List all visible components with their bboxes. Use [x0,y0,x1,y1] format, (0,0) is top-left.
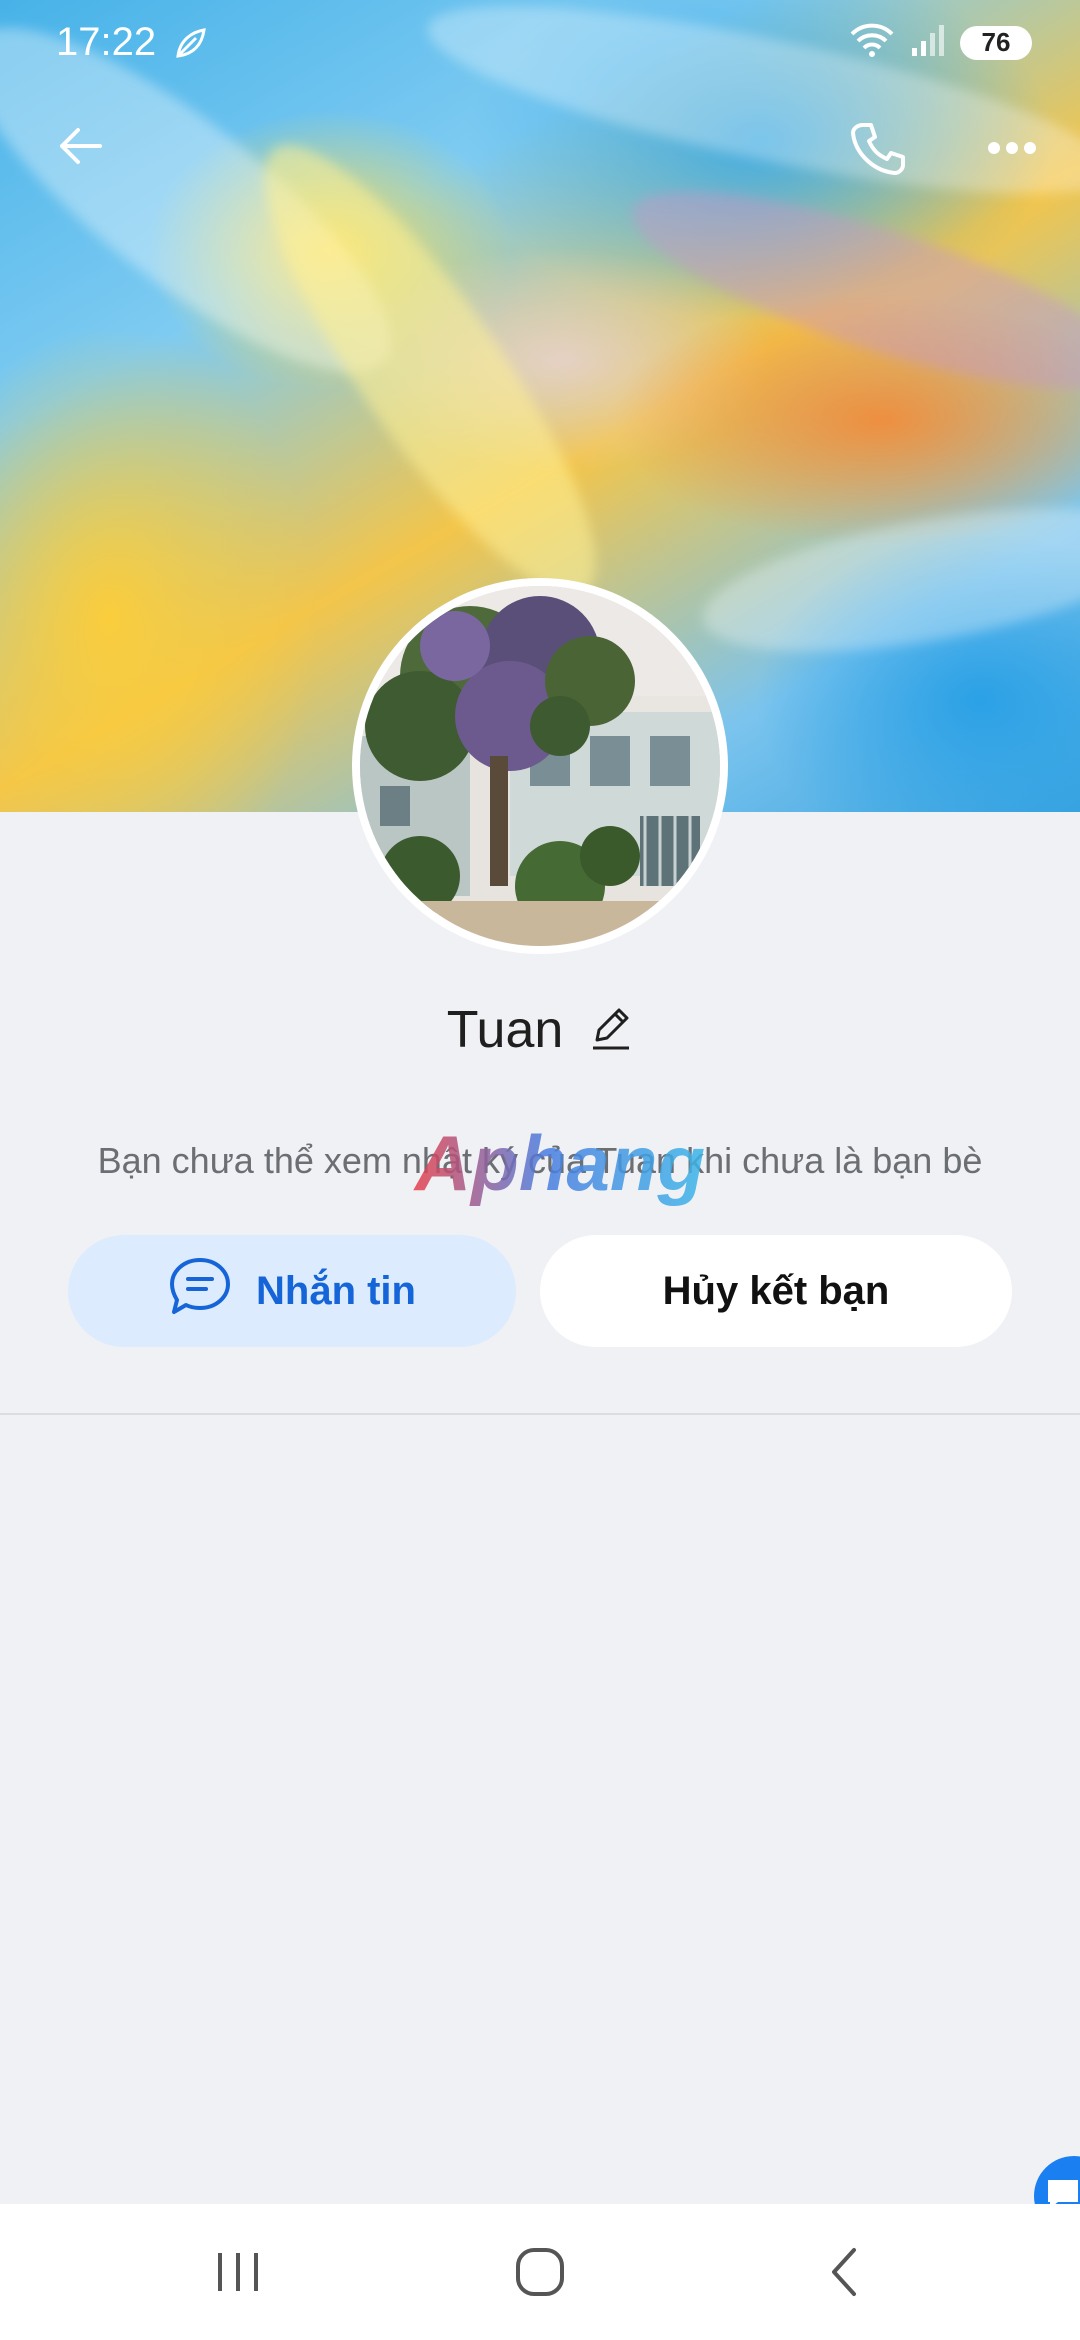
svg-text:Aphang: Aphang [413,1120,705,1207]
nav-back-icon[interactable] [794,2242,894,2302]
unfriend-button[interactable]: Hủy kết bạn [540,1235,1012,1347]
chat-bubble-icon [168,1256,232,1326]
more-dots-icon[interactable] [972,110,1052,186]
pencil-icon[interactable] [589,1004,633,1057]
message-button[interactable]: Nhắn tin [68,1235,516,1347]
message-button-label: Nhắn tin [256,1268,416,1313]
unfriend-button-label: Hủy kết bạn [662,1268,890,1313]
battery-indicator: 76 [960,25,1032,60]
profile-name-row: Tuan [0,1000,1080,1060]
home-icon[interactable] [490,2242,590,2302]
profile-name: Tuan [446,1001,564,1059]
recents-icon[interactable] [188,2242,288,2302]
avatar-photo [360,586,720,946]
watermark-logo: Aphang [413,1120,705,1207]
arrow-left-icon[interactable] [44,110,116,182]
profile-header-actions [0,110,1080,190]
status-time: 17:22 [56,20,157,64]
status-bar: 17:22 76 [0,0,1080,84]
leaf-icon [172,26,208,67]
signal-icon [910,22,946,63]
section-divider [0,1413,1080,1415]
phone-icon[interactable] [840,110,916,186]
avatar[interactable] [352,578,728,954]
wifi-icon [848,22,896,63]
system-navigation-bar [0,2204,1080,2340]
